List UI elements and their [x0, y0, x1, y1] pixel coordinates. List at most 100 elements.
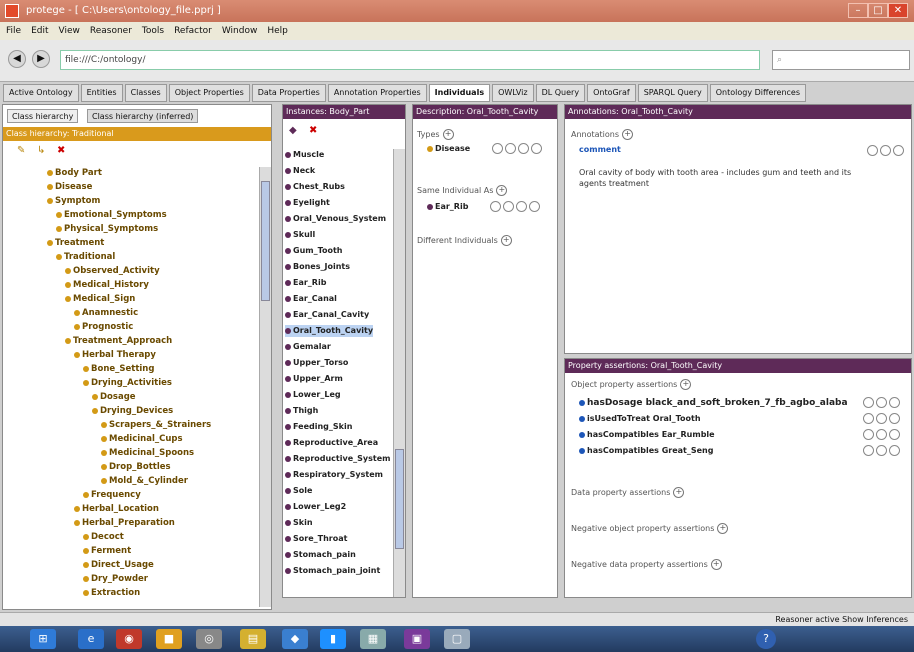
instance-item[interactable]: Upper_Arm [285, 373, 343, 385]
class-tree-item[interactable]: Medicinal_Cups [101, 433, 183, 445]
edit-icon[interactable] [529, 201, 541, 212]
class-tree-item[interactable]: Scrapers_&_Strainers [101, 419, 211, 431]
instance-item[interactable]: Oral_Tooth_Cavity [285, 325, 374, 337]
delete-individual-icon[interactable]: ✖ [309, 125, 317, 136]
add-annotation-icon[interactable]: + [622, 129, 634, 140]
instance-item[interactable]: Stomach_pain_joint [285, 565, 380, 577]
tab-item[interactable]: Entities [80, 84, 123, 102]
instance-item[interactable]: Feeding_Skin [285, 421, 352, 433]
edit-icon[interactable] [889, 413, 900, 424]
class-tree-item[interactable]: Herbal_Location [74, 503, 159, 515]
remove-icon[interactable] [876, 413, 887, 424]
class-tree-item[interactable]: Bone_Setting [83, 363, 154, 375]
annotate-icon[interactable] [503, 201, 515, 212]
minimize-button[interactable]: – [848, 3, 868, 18]
instance-item[interactable]: Stomach_pain [285, 549, 356, 561]
add-subclass-icon[interactable]: ✎ [17, 145, 25, 156]
remove-icon[interactable] [876, 429, 887, 440]
instance-item[interactable]: Skin [285, 517, 313, 529]
instance-item[interactable]: Ear_Canal [285, 293, 337, 305]
class-tree-item[interactable]: Medical_History [65, 279, 149, 291]
instance-item[interactable]: Reproductive_System [285, 453, 390, 465]
maximize-button[interactable]: □ [868, 3, 888, 18]
remove-icon[interactable] [876, 397, 887, 408]
class-tree-item[interactable]: Medical_Sign [65, 293, 135, 305]
class-tree-item[interactable]: Physical_Symptoms [56, 223, 158, 235]
back-button[interactable]: ◀ [8, 50, 26, 68]
class-tree-item[interactable]: Symptom [47, 195, 100, 207]
search-input[interactable]: ⌕ [772, 50, 910, 70]
menu-item[interactable]: Window [222, 26, 258, 36]
remove-icon[interactable] [518, 143, 530, 154]
class-tree-item[interactable]: Treatment [47, 237, 104, 249]
class-tree-item[interactable]: Direct_Usage [83, 559, 154, 571]
app-icon-8[interactable]: ▣ [404, 629, 430, 649]
instance-item[interactable]: Ear_Canal_Cavity [285, 309, 369, 321]
add-individual-icon[interactable]: ◆ [289, 125, 297, 136]
tab-item[interactable]: OntoGraf [587, 84, 636, 102]
edit-icon[interactable] [893, 145, 904, 156]
object-assertion[interactable]: hasCompatibles Great_Seng [579, 445, 713, 457]
menu-item[interactable]: View [59, 26, 80, 36]
instance-item[interactable]: Ear_Rib [285, 277, 326, 289]
add-negative-object-icon[interactable]: + [717, 523, 729, 534]
info-icon[interactable] [492, 143, 504, 154]
browser-icon[interactable]: e [78, 629, 104, 649]
annotate-icon[interactable] [863, 429, 874, 440]
edit-icon[interactable] [889, 397, 900, 408]
edit-icon[interactable] [889, 429, 900, 440]
class-tree-item[interactable]: Traditional [56, 251, 115, 263]
edit-icon[interactable] [531, 143, 543, 154]
class-tree-item[interactable]: Prognostic [74, 321, 133, 333]
instance-item[interactable]: Gemalar [285, 341, 331, 353]
class-tree-item[interactable]: Herbal Therapy [74, 349, 156, 361]
instance-item[interactable]: Skull [285, 229, 315, 241]
app-icon-3[interactable]: ■ [156, 629, 182, 649]
url-input[interactable]: file:///C:/ontology/ [60, 50, 760, 70]
object-assertion[interactable]: isUsedToTreat Oral_Tooth [579, 413, 701, 425]
add-same-individual-icon[interactable]: + [496, 185, 508, 196]
folder-icon[interactable]: ▤ [240, 629, 266, 649]
instance-item[interactable]: Lower_Leg [285, 389, 341, 401]
class-tree-item[interactable]: Observed_Activity [65, 265, 160, 277]
instance-item[interactable]: Chest_Rubs [285, 181, 345, 193]
class-tree-item[interactable]: Dry_Powder [83, 573, 148, 585]
menu-item[interactable]: Help [267, 26, 288, 36]
add-negative-data-icon[interactable]: + [710, 559, 722, 570]
app-icon-4[interactable]: ◎ [196, 629, 222, 649]
class-tree-item[interactable]: Body Part [47, 167, 102, 179]
class-tree-item[interactable]: Frequency [83, 489, 141, 501]
tab-item[interactable]: OWLViz [492, 84, 534, 102]
instance-item[interactable]: Lower_Leg2 [285, 501, 346, 513]
annotate-icon[interactable] [505, 143, 517, 154]
menu-item[interactable]: Refactor [174, 26, 212, 36]
annotate-icon[interactable] [863, 445, 874, 456]
object-assertion[interactable]: hasDosage black_and_soft_broken_7_fb_agb… [579, 397, 848, 409]
menu-item[interactable]: File [6, 26, 21, 36]
class-tree-item[interactable]: Disease [47, 181, 92, 193]
tab-item[interactable]: DL Query [535, 84, 586, 102]
class-tree-item[interactable]: Ferment [83, 545, 131, 557]
class-tree-item[interactable]: Extraction [83, 587, 140, 599]
instance-item[interactable]: Thigh [285, 405, 318, 417]
tab-item[interactable]: Object Properties [168, 84, 250, 102]
annotate-icon[interactable] [867, 145, 878, 156]
scroll-thumb[interactable] [261, 181, 270, 301]
add-data-assertion-icon[interactable]: + [673, 487, 685, 498]
instance-item[interactable]: Bones_Joints [285, 261, 350, 273]
class-tree-scrollbar[interactable] [259, 167, 271, 607]
add-sibling-icon[interactable]: ↳ [37, 145, 45, 156]
class-tree-item[interactable]: Emotional_Symptoms [56, 209, 167, 221]
tab-item[interactable]: Annotation Properties [327, 84, 427, 102]
instance-item[interactable]: Muscle [285, 149, 324, 161]
add-type-icon[interactable]: + [442, 129, 454, 140]
annotate-icon[interactable] [863, 413, 874, 424]
help-icon[interactable]: ? [756, 629, 776, 649]
instance-item[interactable]: Respiratory_System [285, 469, 383, 481]
info-icon[interactable] [490, 201, 502, 212]
instance-item[interactable]: Reproductive_Area [285, 437, 378, 449]
close-button[interactable]: ✕ [888, 3, 908, 18]
class-tree-item[interactable]: Drying_Activities [83, 377, 172, 389]
instances-scrollbar[interactable] [393, 149, 405, 597]
instance-item[interactable]: Upper_Torso [285, 357, 348, 369]
